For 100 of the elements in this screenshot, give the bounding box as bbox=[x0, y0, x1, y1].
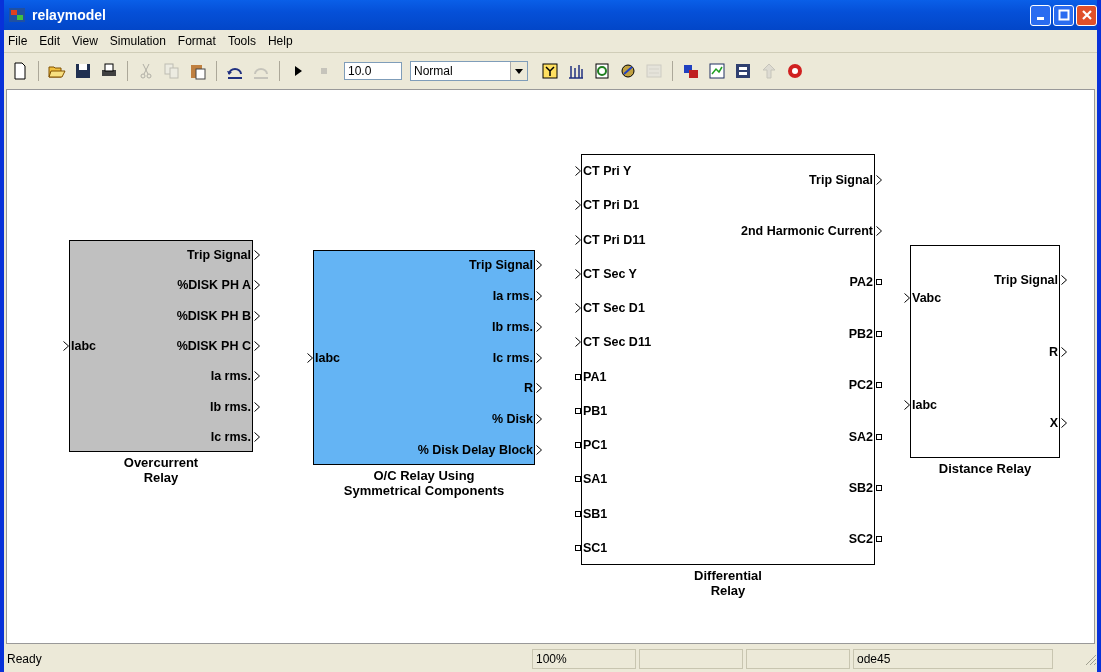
port-label: SA1 bbox=[582, 472, 609, 487]
output-port-icon bbox=[536, 291, 542, 302]
menu-item[interactable]: Edit bbox=[39, 34, 61, 48]
port-label: Ia rms. bbox=[491, 289, 534, 304]
block-name: O/C Relay Using Symmetrical Components bbox=[342, 467, 506, 498]
port-label: PC1 bbox=[582, 438, 609, 453]
grid-icon bbox=[567, 62, 585, 80]
port-label: Trip Signal bbox=[993, 273, 1059, 288]
menu-item[interactable]: File bbox=[8, 34, 28, 48]
mode-select[interactable]: Normal bbox=[410, 61, 528, 81]
port-label: SB2 bbox=[847, 480, 874, 495]
block-name: Differential Relay bbox=[693, 567, 763, 598]
port-label: Ic rms. bbox=[491, 350, 534, 365]
menu-item[interactable]: Format bbox=[177, 34, 216, 48]
close-icon bbox=[1080, 9, 1093, 21]
resize-grip-icon bbox=[1083, 652, 1097, 666]
port-label: Vabc bbox=[911, 291, 943, 306]
input-port-icon bbox=[575, 337, 581, 348]
copy-icon bbox=[163, 62, 181, 80]
port-label: X bbox=[1048, 415, 1059, 430]
port-label: SC2 bbox=[847, 532, 874, 547]
relay-block[interactable] bbox=[313, 250, 535, 465]
port-label: SC1 bbox=[582, 540, 609, 555]
port-label: PA2 bbox=[848, 275, 874, 290]
maximize-icon bbox=[1057, 9, 1070, 21]
relay-block[interactable] bbox=[910, 245, 1060, 458]
output-port-icon bbox=[536, 321, 542, 332]
menu-item[interactable]: View bbox=[72, 34, 98, 48]
input-port-icon bbox=[575, 268, 581, 279]
new-icon bbox=[11, 62, 29, 80]
port-label: % Disk bbox=[491, 411, 534, 426]
port-label: PB1 bbox=[582, 403, 609, 418]
output-port-icon bbox=[876, 174, 882, 185]
output-port-icon bbox=[254, 401, 260, 412]
port-label: Iabc bbox=[911, 397, 938, 412]
port-label: CT Sec D1 bbox=[582, 301, 646, 316]
port-label: Ia rms. bbox=[209, 369, 252, 384]
relay-block[interactable] bbox=[581, 154, 875, 565]
output-port-icon bbox=[536, 383, 542, 394]
port-label: SA2 bbox=[847, 429, 874, 444]
minimize-button[interactable] bbox=[1030, 4, 1051, 26]
port-label: PC2 bbox=[847, 378, 874, 393]
minimize-icon bbox=[1037, 16, 1044, 20]
output-port-icon bbox=[1061, 417, 1067, 428]
block-name: Overcurrent Relay bbox=[122, 454, 200, 485]
port-label: R bbox=[1047, 344, 1059, 359]
port-label: Iabc bbox=[70, 339, 97, 353]
cut-icon bbox=[137, 62, 155, 80]
port-label: Iabc bbox=[314, 350, 341, 365]
port-label: Ib rms. bbox=[491, 319, 534, 334]
paste-icon bbox=[189, 62, 207, 80]
port-label: % Disk Delay Block bbox=[416, 442, 534, 457]
port-label: CT Sec Y bbox=[582, 266, 638, 281]
output-port-icon bbox=[536, 260, 542, 271]
output-port-icon bbox=[254, 250, 260, 261]
port-label: Trip Signal bbox=[186, 248, 252, 263]
output-port-icon bbox=[254, 310, 260, 321]
output-port-icon bbox=[254, 371, 260, 382]
output-port-icon bbox=[1061, 346, 1067, 357]
port-label: %DISK PH B bbox=[175, 308, 252, 323]
menu-item[interactable]: Simulation bbox=[109, 34, 166, 48]
input-port-icon bbox=[904, 399, 910, 410]
output-port-icon bbox=[536, 413, 542, 424]
zoom-level: 100% bbox=[532, 649, 636, 669]
port-label: Ic rms. bbox=[209, 429, 252, 444]
window-title: relaymodel bbox=[32, 7, 107, 23]
input-port-icon bbox=[307, 352, 313, 363]
menu-item[interactable]: Help bbox=[267, 34, 293, 48]
output-port-icon bbox=[876, 226, 882, 237]
save-icon bbox=[74, 62, 92, 80]
port-label: CT Pri D1 bbox=[582, 198, 641, 213]
input-port-icon bbox=[575, 234, 581, 245]
stop-time-field[interactable]: 10.0 bbox=[344, 62, 402, 80]
input-port-icon bbox=[575, 303, 581, 314]
port-label: CT Pri Y bbox=[582, 164, 633, 179]
output-port-icon bbox=[254, 280, 260, 291]
model-icon bbox=[8, 6, 26, 24]
port-label: CT Pri D11 bbox=[582, 232, 647, 247]
input-port-icon bbox=[575, 166, 581, 177]
relay-block[interactable] bbox=[69, 240, 253, 452]
port-label: R bbox=[522, 381, 534, 396]
port-label: %DISK PH C bbox=[175, 339, 252, 353]
maximize-button[interactable] bbox=[1053, 4, 1074, 26]
menu-item[interactable]: Tools bbox=[227, 34, 256, 48]
port-label: CT Sec D11 bbox=[582, 335, 653, 350]
input-port-icon bbox=[904, 293, 910, 304]
close-button[interactable] bbox=[1076, 4, 1097, 26]
port-label: Trip Signal bbox=[808, 172, 874, 187]
port-label: 2nd Harmonic Current bbox=[740, 224, 874, 239]
port-label: PA1 bbox=[582, 369, 608, 384]
port-label: %DISK PH A bbox=[176, 278, 252, 293]
output-port-icon bbox=[254, 431, 260, 442]
solver-name: ode45 bbox=[853, 649, 1053, 669]
output-port-icon bbox=[536, 352, 542, 363]
port-label: Trip Signal bbox=[468, 258, 534, 273]
up-icon bbox=[760, 62, 778, 80]
input-port-icon bbox=[63, 341, 69, 351]
record-icon bbox=[786, 62, 804, 80]
block-name: Distance Relay bbox=[937, 460, 1033, 476]
port-label: Ib rms. bbox=[209, 399, 252, 414]
